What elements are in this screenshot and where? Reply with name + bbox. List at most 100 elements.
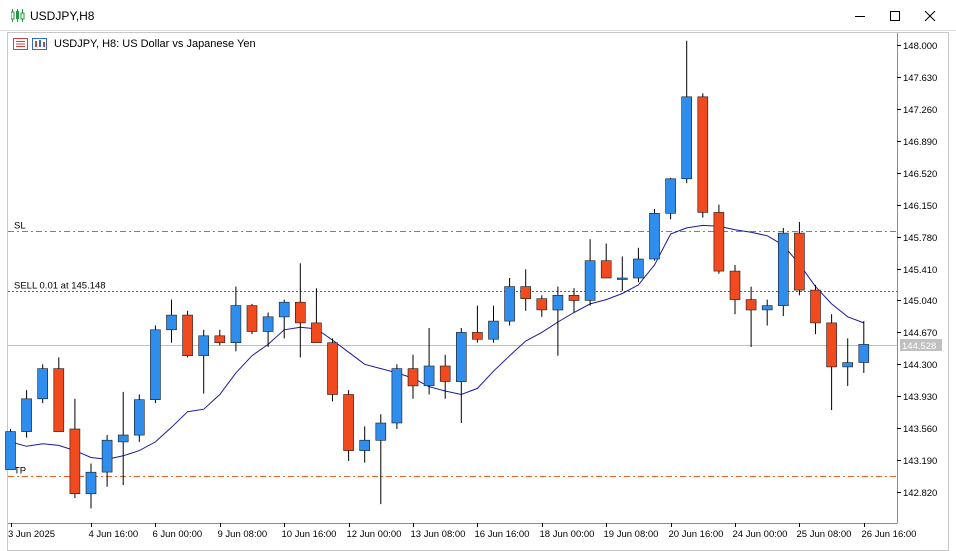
- candle: [777, 227, 789, 316]
- candle-body: [327, 342, 338, 395]
- time-tick-label: 10 Jun 16:00: [282, 529, 337, 540]
- candle-body: [359, 439, 371, 451]
- price-tick-label: 143.190: [903, 456, 937, 467]
- candle-body: [536, 298, 548, 311]
- candle: [633, 247, 644, 283]
- candle-body: [794, 232, 805, 291]
- candle-body: [810, 289, 821, 324]
- trade-list-icon[interactable]: [13, 38, 28, 50]
- candle-body: [166, 314, 177, 331]
- candle: [488, 305, 499, 343]
- candle-body: [600, 260, 612, 279]
- price-tick-label: 148.000: [903, 41, 937, 52]
- candle-body: [745, 299, 757, 311]
- price-tick-label: 147.260: [903, 105, 937, 116]
- candle: [150, 325, 161, 404]
- time-tick-label: 3 Jun 2025: [8, 529, 55, 540]
- time-tick-label: 12 Jun 00:00: [347, 529, 402, 540]
- candle: [53, 357, 65, 432]
- price-tick-label: 143.930: [903, 392, 937, 403]
- candle: [584, 239, 596, 306]
- candle: [134, 394, 145, 442]
- chart-header: USDJPY, H8: US Dollar vs Japanese Yen: [13, 37, 256, 51]
- candle: [5, 429, 16, 470]
- time-tick-label: 19 Jun 08:00: [604, 529, 659, 540]
- candle: [101, 435, 113, 487]
- candle-body: [5, 431, 16, 470]
- candle: [327, 338, 338, 402]
- time-axis: 3 Jun 2025 4 Jun 16:00 6 Jun 00:00 9 Jun 08…: [8, 523, 916, 540]
- candle: [423, 328, 435, 395]
- candle-body: [520, 286, 532, 300]
- candle-body: [858, 344, 870, 363]
- candle-body: [842, 362, 854, 368]
- candle: [472, 305, 483, 343]
- candle-body: [53, 368, 65, 432]
- time-tick-label: 20 Jun 16:00: [669, 529, 724, 540]
- sell-label: SELL 0.01 at 145.148: [14, 281, 106, 292]
- candle: [166, 299, 177, 343]
- candle-body: [488, 320, 499, 340]
- price-tick-label: 146.520: [903, 169, 937, 180]
- candle-body: [665, 178, 676, 214]
- candle: [681, 40, 693, 184]
- candle: [246, 303, 258, 335]
- candle-body: [294, 301, 306, 324]
- candle-body: [616, 277, 628, 280]
- time-tick-label: 16 Jun 16:00: [475, 529, 530, 540]
- candle-body: [182, 314, 193, 357]
- candle: [729, 265, 741, 315]
- candle-body: [343, 394, 354, 451]
- candle-body: [246, 305, 258, 332]
- candles: [5, 40, 870, 509]
- price-tick-label: 145.780: [903, 233, 937, 244]
- candle-body: [262, 316, 274, 332]
- candle: [697, 93, 709, 218]
- sl-label: SL: [14, 221, 26, 232]
- candle: [810, 284, 821, 335]
- candle-body: [584, 260, 596, 301]
- candle-body: [37, 368, 49, 400]
- candle-body: [681, 96, 693, 180]
- candle: [616, 256, 628, 291]
- candle: [37, 364, 49, 404]
- candle-body: [117, 434, 129, 443]
- price-tick-label: 145.410: [903, 265, 937, 276]
- candle-body: [230, 305, 242, 344]
- bid-price-label: 144.528: [902, 341, 936, 352]
- candle: [230, 286, 242, 352]
- candle-body: [391, 368, 403, 424]
- candle: [21, 390, 32, 438]
- price-tick-label: 146.890: [903, 137, 937, 148]
- candle: [665, 177, 676, 220]
- price-tick-label: 145.040: [903, 296, 937, 307]
- chart-caption: USDJPY, H8: US Dollar vs Japanese Yen: [54, 38, 256, 50]
- time-tick-label: 26 Jun 16:00: [862, 529, 917, 540]
- chart-window-icon[interactable]: [32, 38, 47, 50]
- price-tick-label: 144.670: [903, 328, 937, 339]
- candle-body: [85, 471, 97, 495]
- candle-body: [472, 332, 483, 340]
- candle-body: [713, 212, 725, 272]
- candle: [343, 390, 354, 461]
- price-chart[interactable]: SL SELL 0.01 at 145.148 TP 148.000 147.630 1…: [0, 0, 956, 551]
- candle: [649, 209, 660, 261]
- tp-label: TP: [14, 466, 26, 477]
- time-tick-label: 13 Jun 08:00: [411, 529, 466, 540]
- time-tick-label: 24 Jun 00:00: [733, 529, 788, 540]
- candle-body: [311, 322, 322, 343]
- price-tick-label: 146.150: [903, 201, 937, 212]
- time-tick-label: 9 Jun 08:00: [218, 529, 268, 540]
- price-tick-label: 147.630: [903, 73, 937, 84]
- candle: [117, 391, 129, 486]
- time-tick-label: 6 Jun 00:00: [153, 529, 203, 540]
- candle: [69, 398, 81, 498]
- candle-body: [198, 335, 209, 356]
- candle: [85, 463, 97, 509]
- candle: [826, 314, 837, 410]
- candle: [294, 263, 306, 358]
- candle-body: [150, 329, 161, 400]
- candle-body: [826, 322, 837, 368]
- candle-body: [633, 258, 644, 279]
- candle-body: [777, 232, 789, 306]
